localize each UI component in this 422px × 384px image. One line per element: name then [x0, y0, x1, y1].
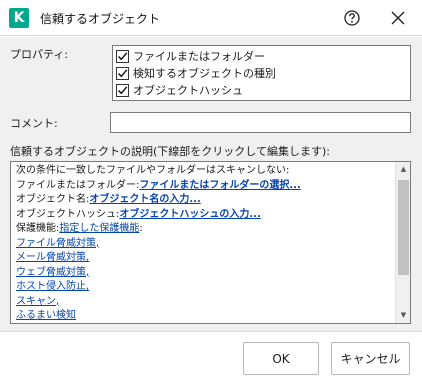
component-link[interactable]: ふるまい検知 [16, 310, 76, 321]
dialog-content: プロパティ: ファイルまたはフォルダー 検知するオブジェクトの種別 オブジェクト… [0, 37, 422, 331]
file-select-link[interactable]: ファイルまたはフォルダーの選択... [139, 180, 300, 191]
component-link[interactable]: ウェブ脅威対策, [16, 267, 89, 278]
cancel-button[interactable]: キャンセル [331, 342, 410, 375]
checkbox-label: ファイルまたはフォルダー [133, 50, 265, 63]
component-link[interactable]: メール脅威対策, [16, 252, 89, 263]
description-box: 次の条件に一致したファイルやフォルダーはスキャンしない: ファイルまたはフォルダ… [10, 161, 411, 324]
comment-label: コメント: [10, 117, 58, 130]
checkbox-checked-icon [116, 66, 129, 80]
object-name-label: オブジェクト名: [16, 194, 90, 205]
ok-button[interactable]: OK [243, 342, 319, 375]
description-label: 信頼するオブジェクトの説明(下線部をクリックして編集します): [10, 145, 330, 158]
scope-suffix: : [139, 223, 143, 234]
checkbox-object-hash[interactable]: オブジェクトハッシュ [116, 82, 243, 98]
object-name-link[interactable]: オブジェクト名の入力... [89, 194, 200, 205]
scroll-down-icon[interactable]: ▼ [396, 308, 410, 323]
checkbox-detected-object-type[interactable]: 検知するオブジェクトの種別 [116, 65, 276, 81]
object-hash-link[interactable]: オブジェクトハッシュの入力... [119, 209, 260, 220]
description-line-scope: 保護機能:指定した保護機能: [16, 222, 391, 237]
component-link[interactable]: ホスト侵入防止, [16, 281, 89, 292]
window-title: 信頼するオブジェクト [40, 12, 161, 26]
properties-checklist: ファイルまたはフォルダー 検知するオブジェクトの種別 オブジェクトハッシュ [112, 45, 411, 101]
component-link[interactable]: ファイル脅威対策, [16, 238, 99, 249]
checkbox-label: 検知するオブジェクトの種別 [133, 67, 276, 80]
scope-link[interactable]: 指定した保護機能 [59, 223, 139, 234]
checkbox-label: オブジェクトハッシュ [133, 84, 243, 97]
close-icon[interactable] [388, 8, 408, 28]
hash-label: オブジェクトハッシュ: [16, 208, 120, 220]
kaspersky-logo-icon: K [9, 8, 29, 28]
scope-label: 保護機能: [16, 223, 60, 234]
checkbox-checked-icon [116, 49, 129, 63]
file-label: ファイルまたはフォルダー: [16, 179, 140, 191]
description-line-hash: オブジェクトハッシュ:オブジェクトハッシュの入力... [16, 208, 391, 223]
scroll-thumb[interactable] [398, 180, 409, 275]
vertical-scrollbar[interactable]: ▲ ▼ [395, 162, 410, 323]
description-intro: 次の条件に一致したファイルやフォルダーはスキャンしない: [16, 165, 290, 176]
properties-label: プロパティ: [10, 48, 69, 61]
component-link[interactable]: スキャン, [16, 296, 59, 307]
description-line-object: オブジェクト名:オブジェクト名の入力... [16, 193, 391, 208]
comment-input[interactable] [110, 112, 411, 133]
dialog-footer: OK キャンセル [0, 331, 422, 384]
help-icon[interactable] [342, 8, 362, 28]
description-line-file: ファイルまたはフォルダー:ファイルまたはフォルダーの選択... [16, 179, 391, 194]
checkbox-file-or-folder[interactable]: ファイルまたはフォルダー [116, 48, 265, 64]
checkbox-checked-icon [116, 83, 129, 97]
scroll-up-icon[interactable]: ▲ [396, 162, 410, 177]
title-bar: K 信頼するオブジェクト [0, 0, 422, 36]
